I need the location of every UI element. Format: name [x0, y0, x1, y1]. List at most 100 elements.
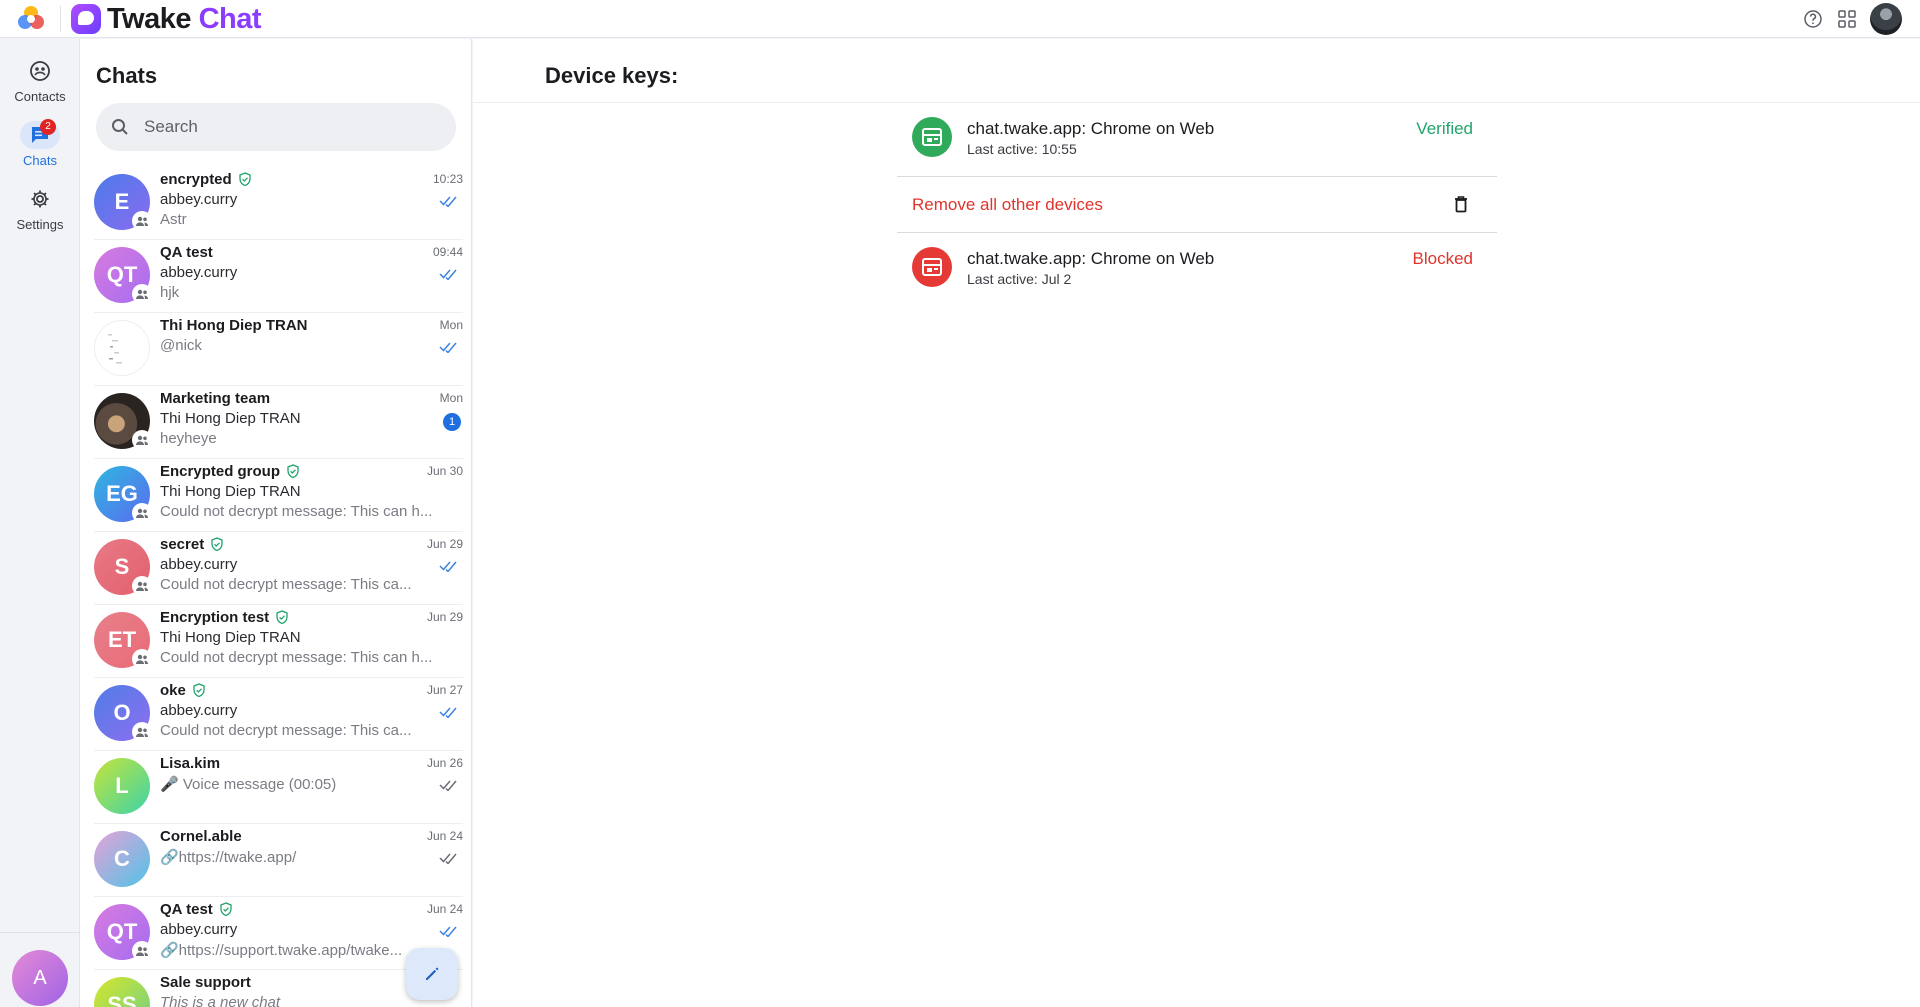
page-title: Device keys: — [545, 63, 679, 88]
chat-name: Lisa.kim — [160, 755, 221, 772]
verified-shield-icon — [210, 537, 224, 552]
new-chat-button[interactable] — [406, 948, 458, 1000]
chat-name: secret — [160, 536, 224, 553]
chat-sender: abbey.curry — [160, 556, 238, 573]
chat-time: Jun 24 — [426, 902, 463, 916]
chat-row-qa-test[interactable]: QT QA test abbey.curry hjk 09:44 — [94, 240, 463, 313]
verified-shield-icon — [286, 464, 300, 479]
device-row-verified[interactable]: chat.twake.app: Chrome on Web Last activ… — [897, 103, 1497, 176]
rail-divider — [0, 932, 80, 933]
chat-preview: Could not decrypt message: This can h... — [160, 503, 433, 520]
chat-preview: 🎤 Voice message (00:05) — [160, 776, 337, 793]
chat-row-cornel-able[interactable]: C Cornel.able 🔗https://twake.app/ Jun 24 — [94, 824, 463, 897]
group-icon — [132, 284, 152, 304]
rail-label-chats: Chats — [23, 153, 57, 168]
device-name: chat.twake.app: Chrome on Web — [967, 119, 1215, 138]
chat-name: QA test — [160, 244, 213, 261]
rail-item-contacts[interactable]: Contacts — [0, 57, 80, 104]
chat-name: Marketing team — [160, 390, 271, 407]
chat-name: Encryption test — [160, 609, 289, 626]
double-check-icon — [439, 778, 459, 796]
unread-badge: 2 — [40, 119, 56, 135]
rail-item-chats[interactable]: 2 Chats — [0, 119, 80, 168]
chat-row-oke[interactable]: O oke abbey.curry Could not decrypt mess… — [94, 678, 463, 751]
apps-grid-icon[interactable] — [1836, 8, 1858, 30]
chat-row-encryption-test[interactable]: ET Encryption test Thi Hong Diep TRAN Co… — [94, 605, 463, 678]
device-list: chat.twake.app: Chrome on Web Last activ… — [897, 103, 1497, 306]
chat-name: encrypted — [160, 171, 252, 188]
chat-avatar: SS — [94, 977, 150, 1007]
chat-sender: abbey.curry — [160, 702, 238, 719]
navigation-rail: Contacts 2 Chats Settings A — [0, 39, 80, 1007]
chat-preview: 🔗https://twake.app/ — [160, 849, 297, 866]
chat-row-encrypted-group[interactable]: EG Encrypted group Thi Hong Diep TRAN Co… — [94, 459, 463, 532]
double-check-icon — [439, 924, 459, 942]
chat-time: Jun 27 — [426, 683, 463, 697]
chat-time: Jun 29 — [426, 537, 463, 551]
trash-icon[interactable] — [1453, 195, 1469, 218]
chat-row-lisa-kim[interactable]: L Lisa.kim 🎤 Voice message (00:05) Jun 2… — [94, 751, 463, 824]
double-check-icon — [439, 705, 459, 723]
group-icon — [132, 430, 152, 450]
contacts-icon — [20, 57, 60, 85]
chat-sender: abbey.curry — [160, 264, 238, 281]
chat-sender: Thi Hong Diep TRAN — [160, 410, 301, 427]
remove-all-devices-row[interactable]: Remove all other devices — [897, 177, 1497, 232]
chat-row-encrypted[interactable]: E encrypted abbey.curry Astr 10:23 — [94, 167, 463, 240]
search-bar[interactable] — [96, 103, 456, 151]
chat-avatar: C — [94, 831, 150, 887]
chat-time: Mon — [439, 318, 463, 332]
device-keys-view: Device keys: chat.twake.app: Chrome on W… — [473, 39, 1920, 1007]
double-check-icon — [439, 194, 459, 212]
double-check-icon — [439, 340, 459, 358]
chat-preview: Could not decrypt message: This ca... — [160, 722, 412, 739]
chat-preview: Could not decrypt message: This can h... — [160, 649, 433, 666]
chat-sender: Thi Hong Diep TRAN — [160, 629, 301, 646]
chat-time: Jun 24 — [426, 829, 463, 843]
device-row-blocked[interactable]: chat.twake.app: Chrome on Web Last activ… — [897, 233, 1497, 306]
group-icon — [132, 576, 152, 596]
verified-shield-icon — [275, 610, 289, 625]
verified-shield-icon — [219, 902, 233, 917]
chat-preview: hjk — [160, 284, 180, 301]
chat-row-thi-hong-diep-tran[interactable]: Thi Hong Diep TRAN @nick Mon — [94, 313, 463, 386]
logo-divider — [60, 5, 61, 32]
remove-all-devices-button[interactable]: Remove all other devices — [912, 195, 1103, 215]
rail-label-contacts: Contacts — [14, 89, 66, 104]
user-avatar[interactable] — [1870, 3, 1902, 35]
pencil-icon — [426, 967, 439, 980]
device-last-active: Last active: Jul 2 — [967, 271, 1072, 287]
top-bar: Twake Chat — [0, 0, 1920, 38]
chat-list: E encrypted abbey.curry Astr 10:23 QT QA… — [80, 167, 471, 1007]
group-icon — [132, 503, 152, 523]
chat-name: Encrypted group — [160, 463, 300, 480]
chat-preview: heyheye — [160, 430, 217, 447]
chat-time: Jun 29 — [426, 610, 463, 624]
chat-time: Jun 30 — [426, 464, 463, 478]
help-icon[interactable] — [1802, 8, 1824, 30]
double-check-icon — [439, 559, 459, 577]
twake-workplace-logo-icon[interactable] — [14, 1, 48, 36]
search-input[interactable] — [144, 117, 444, 137]
group-icon — [132, 941, 152, 961]
brand-name: Twake Chat — [107, 2, 262, 35]
device-status-verified[interactable]: Verified — [1416, 119, 1473, 139]
chat-bubble-logo-icon — [71, 3, 101, 34]
profile-avatar[interactable]: A — [12, 950, 68, 1006]
chat-name: Sale support — [160, 974, 251, 991]
chat-preview: Could not decrypt message: This ca... — [160, 576, 412, 593]
chat-row-secret[interactable]: S secret abbey.curry Could not decrypt m… — [94, 532, 463, 605]
verified-shield-icon — [192, 683, 206, 698]
chat-time: Mon — [439, 391, 463, 405]
chat-sender: abbey.curry — [160, 191, 238, 208]
chat-row-marketing-team[interactable]: Marketing team Thi Hong Diep TRAN heyhey… — [94, 386, 463, 459]
chat-name: QA test — [160, 901, 233, 918]
chat-sender: abbey.curry — [160, 921, 238, 938]
device-web-icon — [912, 117, 952, 157]
group-icon — [132, 722, 152, 742]
device-status-blocked[interactable]: Blocked — [1413, 249, 1473, 269]
rail-item-settings[interactable]: Settings — [0, 185, 80, 232]
brand-logo: Twake Chat — [71, 2, 262, 35]
chat-name: Cornel.able — [160, 828, 242, 845]
brand-word-twake: Twake — [107, 2, 192, 35]
